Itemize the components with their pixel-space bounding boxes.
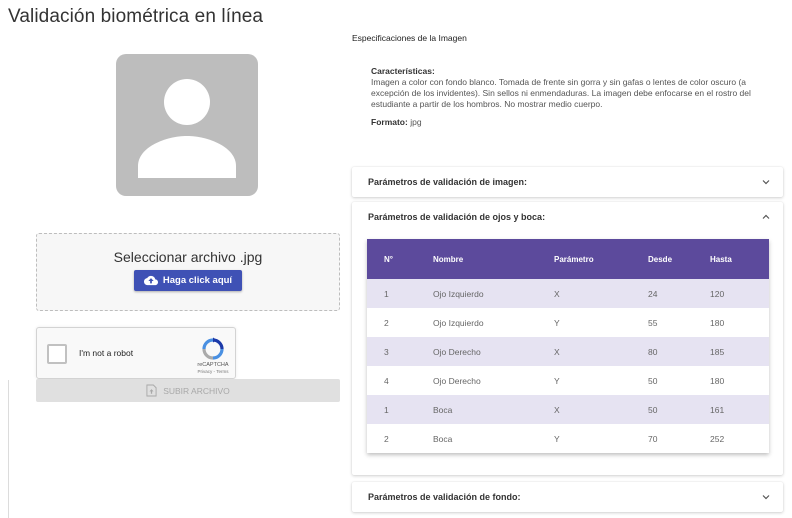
table-row: 1 Boca X 50 161 [367, 395, 769, 424]
params-table-wrapper: N° Nombre Parámetro Desde Hasta 1 Ojo Iz… [367, 239, 769, 453]
cell-parameter: X [554, 346, 560, 357]
submit-file-button[interactable]: SUBIR ARCHIVO [36, 379, 340, 402]
page-title: Validación biométrica en línea [8, 6, 264, 27]
cell-to: 120 [710, 288, 725, 299]
cell-number: 3 [384, 346, 389, 357]
cell-to: 180 [710, 317, 725, 328]
characteristics-label: Características: [371, 66, 435, 76]
avatar-placeholder [116, 54, 258, 196]
format-value: jpg [410, 117, 422, 127]
cell-to: 161 [710, 404, 725, 415]
cell-parameter: Y [554, 375, 560, 386]
table-row: 4 Ojo Derecho Y 50 180 [367, 366, 769, 395]
cell-parameter: X [554, 404, 560, 415]
cell-parameter: Y [554, 433, 560, 444]
person-placeholder-icon [138, 79, 236, 178]
panel-title: Parámetros de validación de imagen: [368, 177, 528, 187]
recaptcha-logo-icon [202, 337, 224, 360]
table-header-row: N° Nombre Parámetro Desde Hasta [367, 239, 769, 279]
panel-image-params-header[interactable]: Parámetros de validación de imagen: [352, 167, 783, 197]
recaptcha-widget: I'm not a robot reCAPTCHA Privacy - Term… [36, 327, 236, 379]
cell-from: 50 [648, 375, 658, 386]
chevron-down-icon [762, 495, 770, 500]
col-header-name: Nombre [433, 254, 464, 264]
cell-from: 70 [648, 433, 658, 444]
cell-name: Boca [433, 404, 453, 415]
cell-number: 2 [384, 317, 389, 328]
cell-number: 1 [384, 288, 389, 299]
cell-to: 185 [710, 346, 725, 357]
col-header-to: Hasta [710, 254, 732, 264]
cell-from: 24 [648, 288, 658, 299]
cell-name: Ojo Derecho [433, 346, 481, 357]
characteristics-text: Imagen a color con fondo blanco. Tomada … [371, 77, 751, 109]
col-header-number: N° [384, 254, 393, 264]
upload-button-label: Haga click aquí [162, 275, 233, 286]
recaptcha-checkbox[interactable] [47, 344, 67, 364]
panel-eyes-mouth-params: Parámetros de validación de ojos y boca:… [352, 202, 783, 475]
recaptcha-label: I'm not a robot [79, 348, 134, 358]
cell-to: 180 [710, 375, 725, 386]
panel-title: Parámetros de validación de fondo: [368, 492, 521, 502]
submit-button-label: SUBIR ARCHIVO [163, 385, 230, 396]
table-row: 1 Ojo Izquierdo X 24 120 [367, 279, 769, 308]
recaptcha-terms-link[interactable]: Privacy - Terms [187, 369, 239, 374]
format-label: Formato: [371, 117, 408, 127]
upload-click-button[interactable]: Haga click aquí [133, 270, 243, 291]
cell-parameter: Y [554, 317, 560, 328]
cell-name: Ojo Izquierdo [433, 317, 484, 328]
panel-eyes-mouth-params-header[interactable]: Parámetros de validación de ojos y boca: [352, 202, 783, 232]
table-row: 2 Boca Y 70 252 [367, 424, 769, 453]
left-divider [8, 380, 9, 518]
cell-from: 50 [648, 404, 658, 415]
cell-from: 80 [648, 346, 658, 357]
format-line: Formato: jpg [371, 117, 765, 128]
cell-parameter: X [554, 288, 560, 299]
specs-title: Especificaciones de la Imagen [352, 33, 467, 43]
cell-name: Ojo Derecho [433, 375, 481, 386]
cell-name: Ojo Izquierdo [433, 288, 484, 299]
cell-number: 2 [384, 433, 389, 444]
col-header-from: Desde [648, 254, 673, 264]
cell-number: 1 [384, 404, 389, 415]
cell-name: Boca [433, 433, 453, 444]
cell-from: 55 [648, 317, 658, 328]
recaptcha-brand: reCAPTCHA [197, 362, 229, 368]
params-table: N° Nombre Parámetro Desde Hasta 1 Ojo Iz… [367, 239, 769, 453]
specs-block: Características: Imagen a color con fond… [371, 66, 765, 128]
file-upload-icon [146, 384, 157, 397]
col-header-parameter: Parámetro [554, 254, 594, 264]
panel-background-params: Parámetros de validación de fondo: [352, 482, 783, 512]
table-row: 2 Ojo Izquierdo Y 55 180 [367, 308, 769, 337]
file-dropzone[interactable]: Seleccionar archivo .jpg Haga click aquí [36, 233, 340, 311]
chevron-up-icon [762, 214, 770, 219]
chevron-down-icon [762, 180, 770, 185]
panel-image-params: Parámetros de validación de imagen: [352, 167, 783, 197]
table-row: 3 Ojo Derecho X 80 185 [367, 337, 769, 366]
cell-to: 252 [710, 433, 725, 444]
panel-background-params-header[interactable]: Parámetros de validación de fondo: [352, 482, 783, 512]
cell-number: 4 [384, 375, 389, 386]
panel-title: Parámetros de validación de ojos y boca: [368, 212, 546, 222]
file-select-label: Seleccionar archivo .jpg [113, 249, 263, 265]
cloud-upload-icon [143, 275, 158, 286]
